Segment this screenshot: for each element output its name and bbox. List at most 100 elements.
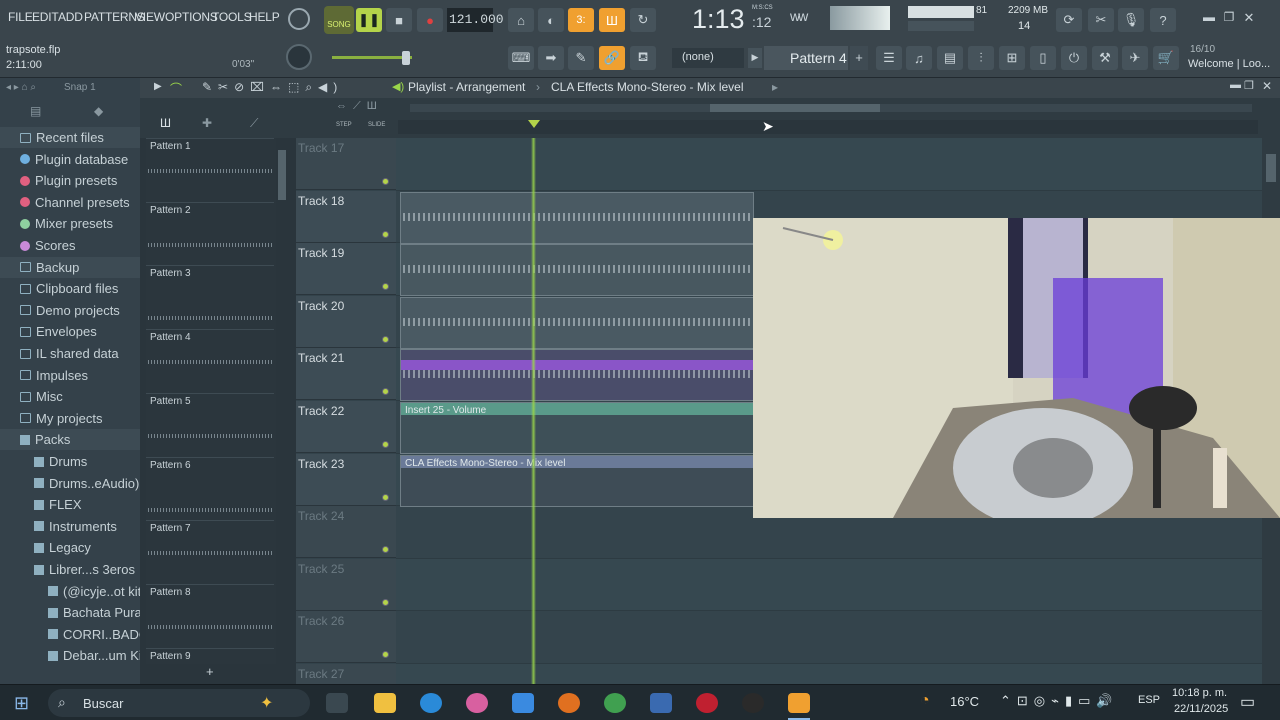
track-header[interactable]: Track 17: [296, 138, 396, 190]
browser-item[interactable]: Debar...um Kit: [0, 645, 140, 666]
menu-edit[interactable]: EDIT: [32, 10, 59, 24]
help-button[interactable]: ?: [1150, 8, 1176, 32]
browser-item[interactable]: Bachata Pura: [0, 602, 140, 623]
pattern-picker-scrollbar[interactable]: [276, 138, 288, 664]
playlist-menu-arrow-icon[interactable]: ▶: [154, 81, 162, 92]
plugin-tools-button[interactable]: ⚒: [1092, 46, 1118, 70]
playlist-play-icon[interactable]: ◀): [392, 80, 404, 93]
pattern-item[interactable]: Pattern 7: [146, 520, 274, 582]
track-header[interactable]: Track 25: [296, 558, 396, 611]
menu-view[interactable]: VIEW: [135, 10, 165, 24]
link-button[interactable]: 🔗: [599, 46, 625, 70]
pencil-button[interactable]: ✎: [568, 46, 594, 70]
task-view-icon[interactable]: [326, 693, 348, 713]
system-tray-icons[interactable]: ⌃⊡◎⌁▮▭🔊: [1000, 693, 1119, 709]
browser-item[interactable]: Packs: [0, 429, 140, 451]
close-button[interactable]: ✕: [1240, 10, 1258, 26]
clock-time[interactable]: 10:18 p. m.: [1172, 687, 1227, 699]
track-header[interactable]: Track 24: [296, 506, 396, 559]
browser-item[interactable]: Demo projects: [0, 300, 140, 321]
track-lane[interactable]: [396, 611, 1264, 664]
track-header[interactable]: Track 18: [296, 190, 396, 243]
browser-files-icon[interactable]: ▤: [30, 104, 41, 118]
playlist-minimize-icon[interactable]: ▬: [1230, 79, 1241, 91]
pattern-item[interactable]: Pattern 2: [146, 201, 274, 264]
store-icon[interactable]: [650, 693, 672, 713]
countdown-button[interactable]: 3:: [568, 8, 594, 32]
browser-item[interactable]: Legacy: [0, 537, 140, 558]
browser-item[interactable]: Clipboard files: [0, 278, 140, 299]
browser-button[interactable]: ⊞: [999, 46, 1025, 70]
track-header[interactable]: Track 26: [296, 611, 396, 664]
add-pattern-plus-icon[interactable]: +: [206, 664, 214, 679]
menu-tools[interactable]: TOOLS: [212, 10, 252, 24]
playhead-marker-icon[interactable]: [528, 120, 540, 128]
playlist-maximize-icon[interactable]: ❐: [1244, 79, 1254, 92]
browser-item[interactable]: FLEX: [0, 494, 140, 515]
step-edit-button[interactable]: Ш: [599, 8, 625, 32]
playlist-tool-icons[interactable]: ✎✂⊘⌧⇔⬚⌕◀): [202, 80, 343, 95]
menu-help[interactable]: HELP: [249, 10, 280, 24]
playlist-clip[interactable]: [400, 349, 754, 402]
browser-tag-icon[interactable]: ◆: [94, 104, 103, 118]
track-header[interactable]: Track 19: [296, 243, 396, 296]
firefox-icon[interactable]: [558, 693, 580, 713]
pattern-item[interactable]: Pattern 8: [146, 583, 274, 646]
tempo-display[interactable]: 121.000: [447, 8, 504, 32]
browser-item[interactable]: Instruments: [0, 516, 140, 537]
browser-item[interactable]: Drums: [0, 451, 140, 472]
pattern-item[interactable]: Pattern 3: [146, 265, 274, 327]
browser-item[interactable]: Plugin database: [0, 149, 140, 170]
browser-item[interactable]: CORRI..BADOS: [0, 624, 140, 645]
browser-item[interactable]: My projects: [0, 408, 140, 429]
channel-rack-button[interactable]: ▤: [937, 46, 963, 70]
snap-arrow-button[interactable]: ➡: [538, 46, 564, 70]
track-header[interactable]: Track 21: [296, 348, 396, 401]
master-pitch-knob-icon[interactable]: [286, 44, 312, 70]
metronome-button[interactable]: ⌂: [508, 8, 534, 32]
piano-roll-button[interactable]: ♫: [906, 46, 932, 70]
master-volume-knob-icon[interactable]: [288, 8, 310, 30]
undo-history-button[interactable]: ⟳: [1056, 8, 1082, 32]
input-language[interactable]: ESP: [1138, 694, 1160, 706]
track-lane[interactable]: [396, 558, 1264, 612]
pattern-item[interactable]: Pattern 4: [146, 329, 274, 391]
loop-record-button[interactable]: ↻: [630, 8, 656, 32]
timeline-ruler[interactable]: [398, 120, 1258, 134]
song-mode-button[interactable]: SONG: [324, 6, 354, 34]
track-header[interactable]: Track 23: [296, 453, 396, 506]
master-volume-slider[interactable]: [332, 56, 412, 59]
pattern-item[interactable]: Pattern 5: [146, 392, 274, 455]
browser-item[interactable]: IL shared data: [0, 343, 140, 364]
track-header[interactable]: Track 20: [296, 295, 396, 348]
track-mute-indicator[interactable]: [382, 230, 389, 238]
browser-item[interactable]: Misc: [0, 386, 140, 407]
wait-input-button[interactable]: ◐: [538, 8, 564, 32]
typing-keyboard-button[interactable]: ⌨: [508, 46, 534, 70]
pattern-picker-edit-icon[interactable]: ⟋: [250, 116, 258, 131]
menu-options[interactable]: OPTIONS: [165, 10, 218, 24]
track-mute-indicator[interactable]: [382, 388, 389, 396]
clock-date[interactable]: 22/11/2025: [1174, 703, 1228, 715]
pattern-picker-icon[interactable]: Ш: [160, 116, 171, 130]
stamp-button[interactable]: ⛾: [630, 46, 656, 70]
browser-item[interactable]: Librer...s 3eros: [0, 559, 140, 580]
magnet-icon[interactable]: ⌒: [170, 80, 182, 97]
playlist-clip[interactable]: [400, 296, 754, 349]
maximize-button[interactable]: ❐: [1220, 10, 1238, 26]
store-button[interactable]: 🛒: [1153, 46, 1179, 70]
pattern-picker-add-icon[interactable]: ✚: [202, 116, 212, 130]
playlist-clip[interactable]: [400, 244, 754, 297]
plugin-picker-button[interactable]: ⏻: [1061, 46, 1087, 70]
pattern-prev-button[interactable]: ▶: [748, 48, 762, 68]
master-volume-slider-handle[interactable]: [402, 51, 410, 65]
record-button[interactable]: ●: [417, 8, 443, 32]
play-button[interactable]: ❚❚: [356, 8, 382, 32]
browser-item[interactable]: Mixer presets: [0, 213, 140, 234]
tools-button[interactable]: ✂: [1088, 8, 1114, 32]
obs-icon[interactable]: [696, 693, 718, 713]
notifications-icon[interactable]: ▭: [1240, 692, 1255, 712]
playlist-button[interactable]: ☰: [876, 46, 902, 70]
browser-item[interactable]: Impulses: [0, 365, 140, 386]
minimize-button[interactable]: ▬: [1200, 10, 1218, 26]
